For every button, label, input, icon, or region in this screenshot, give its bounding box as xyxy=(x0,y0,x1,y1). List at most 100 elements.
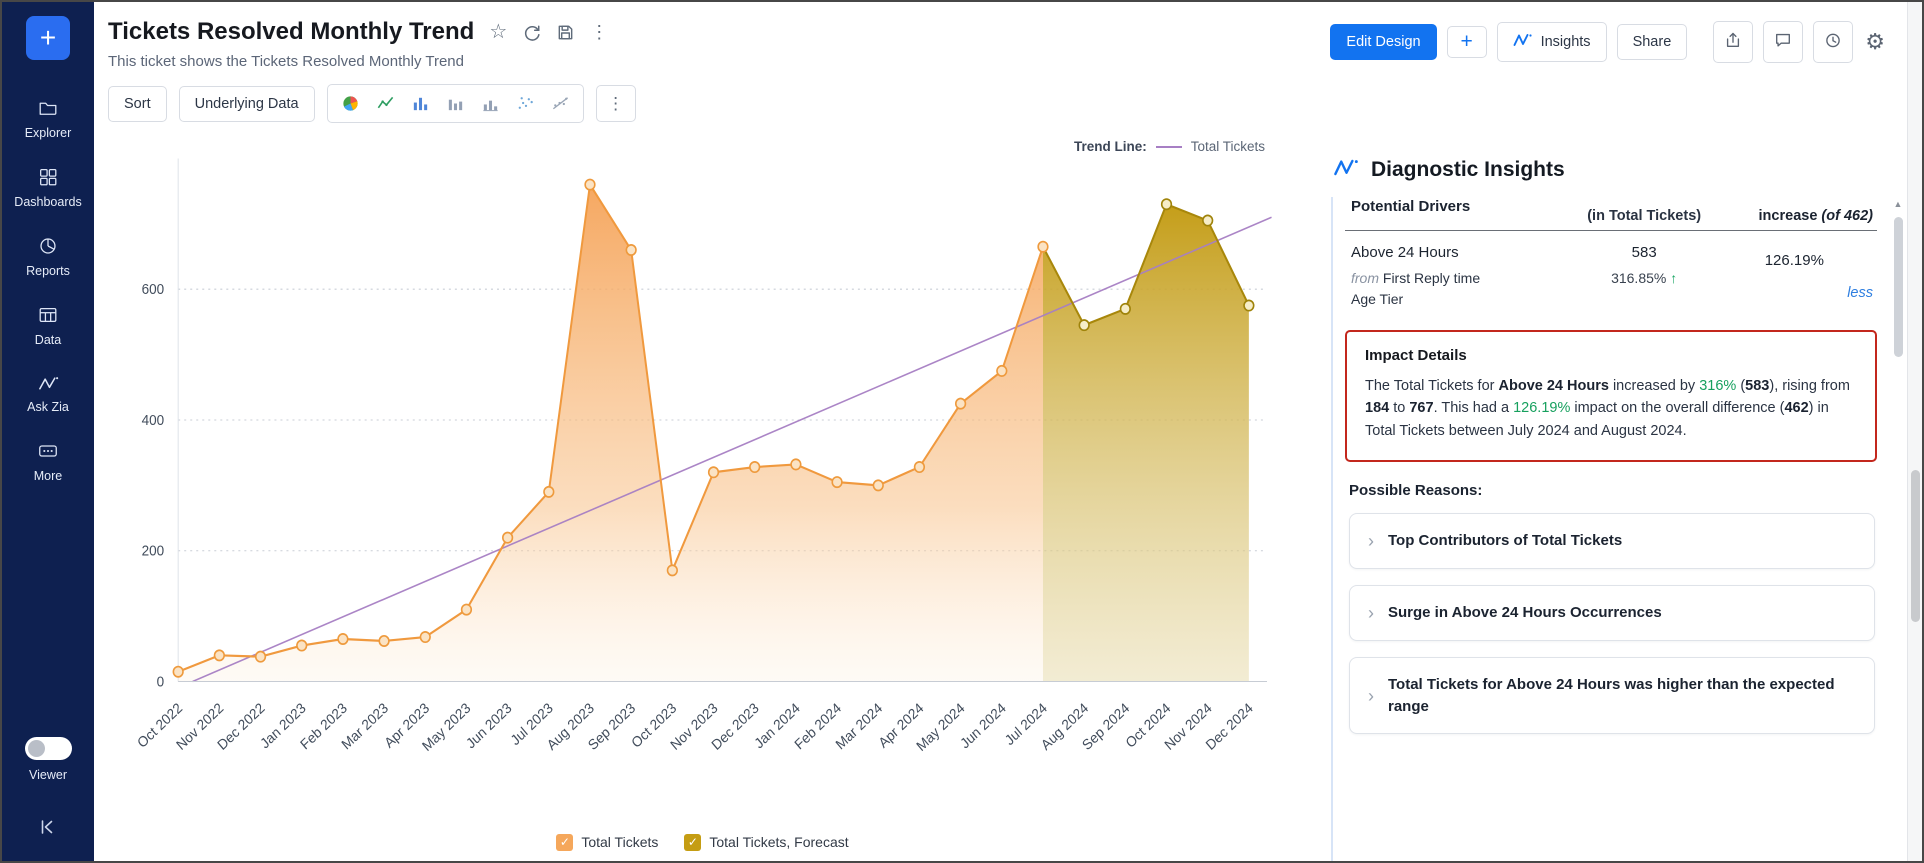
insights-scroll-area: Potential Drivers (in Total Tickets) inc… xyxy=(1331,197,1907,861)
legend-item[interactable]: ✓ Total Tickets, Forecast xyxy=(684,834,848,851)
diagnostic-insights-panel: Diagnostic Insights Potential Drivers (i… xyxy=(1305,135,1907,861)
insights-title: Diagnostic Insights xyxy=(1371,158,1565,182)
legend-checkbox-icon: ✓ xyxy=(556,834,573,851)
impact-details-title: Impact Details xyxy=(1365,347,1857,364)
chart-legend: ✓ Total Tickets ✓ Total Tickets, Forecas… xyxy=(106,823,1299,861)
header-left: Tickets Resolved Monthly Trend ☆ ⋮ This … xyxy=(108,18,608,70)
more-vertical-icon: ⋮ xyxy=(607,95,624,112)
sidebar-bottom: Viewer xyxy=(2,737,94,861)
impact-details-text: The Total Tickets for Above 24 Hours inc… xyxy=(1365,375,1857,442)
reason-card[interactable]: › Surge in Above 24 Hours Occurrences xyxy=(1349,585,1875,641)
driver-row: Above 24 Hours from First Reply time Age… xyxy=(1345,231,1877,316)
star-icon[interactable]: ☆ xyxy=(489,22,507,42)
legend-item[interactable]: ✓ Total Tickets xyxy=(556,834,658,851)
share-button[interactable]: Share xyxy=(1617,24,1688,60)
zia-icon xyxy=(37,373,60,393)
area-chart[interactable]: 0200400600Oct 2022Nov 2022Dec 2022Jan 20… xyxy=(106,137,1299,823)
more-icon xyxy=(37,440,59,462)
edit-design-button[interactable]: Edit Design xyxy=(1330,24,1436,60)
more-vertical-icon[interactable]: ⋮ xyxy=(590,23,608,41)
collapse-sidebar-icon[interactable] xyxy=(33,812,63,847)
page-scrollbar-thumb[interactable] xyxy=(1911,470,1920,622)
sidebar-item-dashboards[interactable]: Dashboards xyxy=(2,153,94,222)
svg-text:Jun 2024: Jun 2024 xyxy=(957,699,1009,751)
comment-icon xyxy=(1774,31,1792,53)
scatter-chart-icon[interactable] xyxy=(516,94,535,113)
sidebar-item-data[interactable]: Data xyxy=(2,291,94,360)
insights-header: Diagnostic Insights xyxy=(1307,135,1907,197)
svg-text:Mar 2023: Mar 2023 xyxy=(338,699,391,752)
toggle-knob xyxy=(28,740,45,757)
sidebar-item-reports[interactable]: Reports xyxy=(2,222,94,291)
create-new-button[interactable]: + xyxy=(26,16,70,60)
reason-card[interactable]: › Top Contributors of Total Tickets xyxy=(1349,513,1875,569)
app-window: + Explorer Dashboards Reports Data Ask Z… xyxy=(0,0,1924,863)
save-icon[interactable] xyxy=(556,23,575,42)
reason-card[interactable]: › Total Tickets for Above 24 Hours was h… xyxy=(1349,657,1875,735)
viewer-label: Viewer xyxy=(29,768,67,782)
add-button[interactable]: + xyxy=(1447,26,1487,59)
stacked-bar-icon[interactable] xyxy=(446,94,465,113)
sidebar-item-ask-zia[interactable]: Ask Zia xyxy=(2,360,94,427)
svg-text:Mar 2024: Mar 2024 xyxy=(832,699,885,752)
impact-details-box: Impact Details The Total Tickets for Abo… xyxy=(1345,330,1877,462)
comment-button[interactable] xyxy=(1763,21,1803,63)
sidebar-nav: Explorer Dashboards Reports Data Ask Zia… xyxy=(2,84,94,496)
insights-scrollbar-thumb[interactable] xyxy=(1894,217,1903,357)
history-button[interactable] xyxy=(1813,21,1853,63)
data-icon xyxy=(37,304,59,326)
possible-reasons-title: Possible Reasons: xyxy=(1349,482,1877,499)
dashboards-icon xyxy=(37,166,59,188)
chart-section: Trend Line: Total Tickets 0200400600Oct … xyxy=(94,135,1305,861)
toolbar-more-button[interactable]: ⋮ xyxy=(596,85,636,122)
pie-chart-icon[interactable] xyxy=(341,94,360,113)
svg-text:0: 0 xyxy=(157,673,165,690)
driver-name: Above 24 Hours xyxy=(1351,244,1573,261)
insights-button[interactable]: Insights xyxy=(1497,22,1607,62)
drivers-table-header: Potential Drivers (in Total Tickets) inc… xyxy=(1345,197,1877,231)
report-header: Tickets Resolved Monthly Trend ☆ ⋮ This … xyxy=(94,2,1907,74)
page-scrollbar[interactable] xyxy=(1907,2,1922,861)
refresh-icon[interactable] xyxy=(522,23,541,42)
sidebar-item-more[interactable]: More xyxy=(2,427,94,496)
chevron-right-icon: › xyxy=(1368,532,1374,550)
main-area: Tickets Resolved Monthly Trend ☆ ⋮ This … xyxy=(94,2,1907,861)
viewer-toggle[interactable] xyxy=(25,737,72,760)
col-in-total-tickets: (in Total Tickets) xyxy=(1573,208,1716,224)
export-button[interactable] xyxy=(1713,21,1753,63)
underlying-data-button[interactable]: Underlying Data xyxy=(179,86,315,122)
export-icon xyxy=(1724,31,1742,53)
legend-checkbox-icon: ✓ xyxy=(684,834,701,851)
report-subtitle: This ticket shows the Tickets Resolved M… xyxy=(108,53,608,70)
svg-text:400: 400 xyxy=(142,411,165,428)
bar-chart-icon[interactable] xyxy=(411,94,430,113)
possible-reasons-list: › Top Contributors of Total Tickets › Su… xyxy=(1345,513,1877,734)
up-arrow-icon: ↑ xyxy=(1670,270,1677,286)
grouped-bar-icon[interactable] xyxy=(481,94,500,113)
combo-chart-icon[interactable] xyxy=(551,94,570,113)
page-title: Tickets Resolved Monthly Trend xyxy=(108,18,474,46)
trend-line-legend: Trend Line: Total Tickets xyxy=(1074,139,1265,154)
chart-type-switcher xyxy=(327,84,584,123)
less-link[interactable]: less xyxy=(1847,285,1873,301)
reports-icon xyxy=(37,235,59,257)
scroll-up-icon[interactable]: ▲ xyxy=(1894,199,1903,209)
sidebar: + Explorer Dashboards Reports Data Ask Z… xyxy=(2,2,94,861)
driver-value: 583 xyxy=(1573,244,1716,261)
folder-icon xyxy=(37,97,59,119)
insights-scrollbar: ▲ xyxy=(1891,199,1905,855)
sort-button[interactable]: Sort xyxy=(108,86,167,122)
content-row: Trend Line: Total Tickets 0200400600Oct … xyxy=(94,135,1907,861)
sidebar-item-explorer[interactable]: Explorer xyxy=(2,84,94,153)
chevron-right-icon: › xyxy=(1368,604,1374,622)
line-chart-icon[interactable] xyxy=(376,94,395,113)
driver-source: from First Reply time Age Tier xyxy=(1351,268,1573,310)
col-increase: increase (of 462) xyxy=(1716,208,1873,224)
history-icon xyxy=(1824,31,1842,53)
settings-icon[interactable]: ⚙ xyxy=(1863,25,1887,59)
driver-impact: 126.19% xyxy=(1765,252,1824,269)
svg-text:200: 200 xyxy=(142,542,165,559)
driver-percent: 316.85% ↑ xyxy=(1573,270,1716,286)
svg-text:Jun 2023: Jun 2023 xyxy=(463,699,515,751)
zia-insights-icon xyxy=(1513,32,1533,52)
